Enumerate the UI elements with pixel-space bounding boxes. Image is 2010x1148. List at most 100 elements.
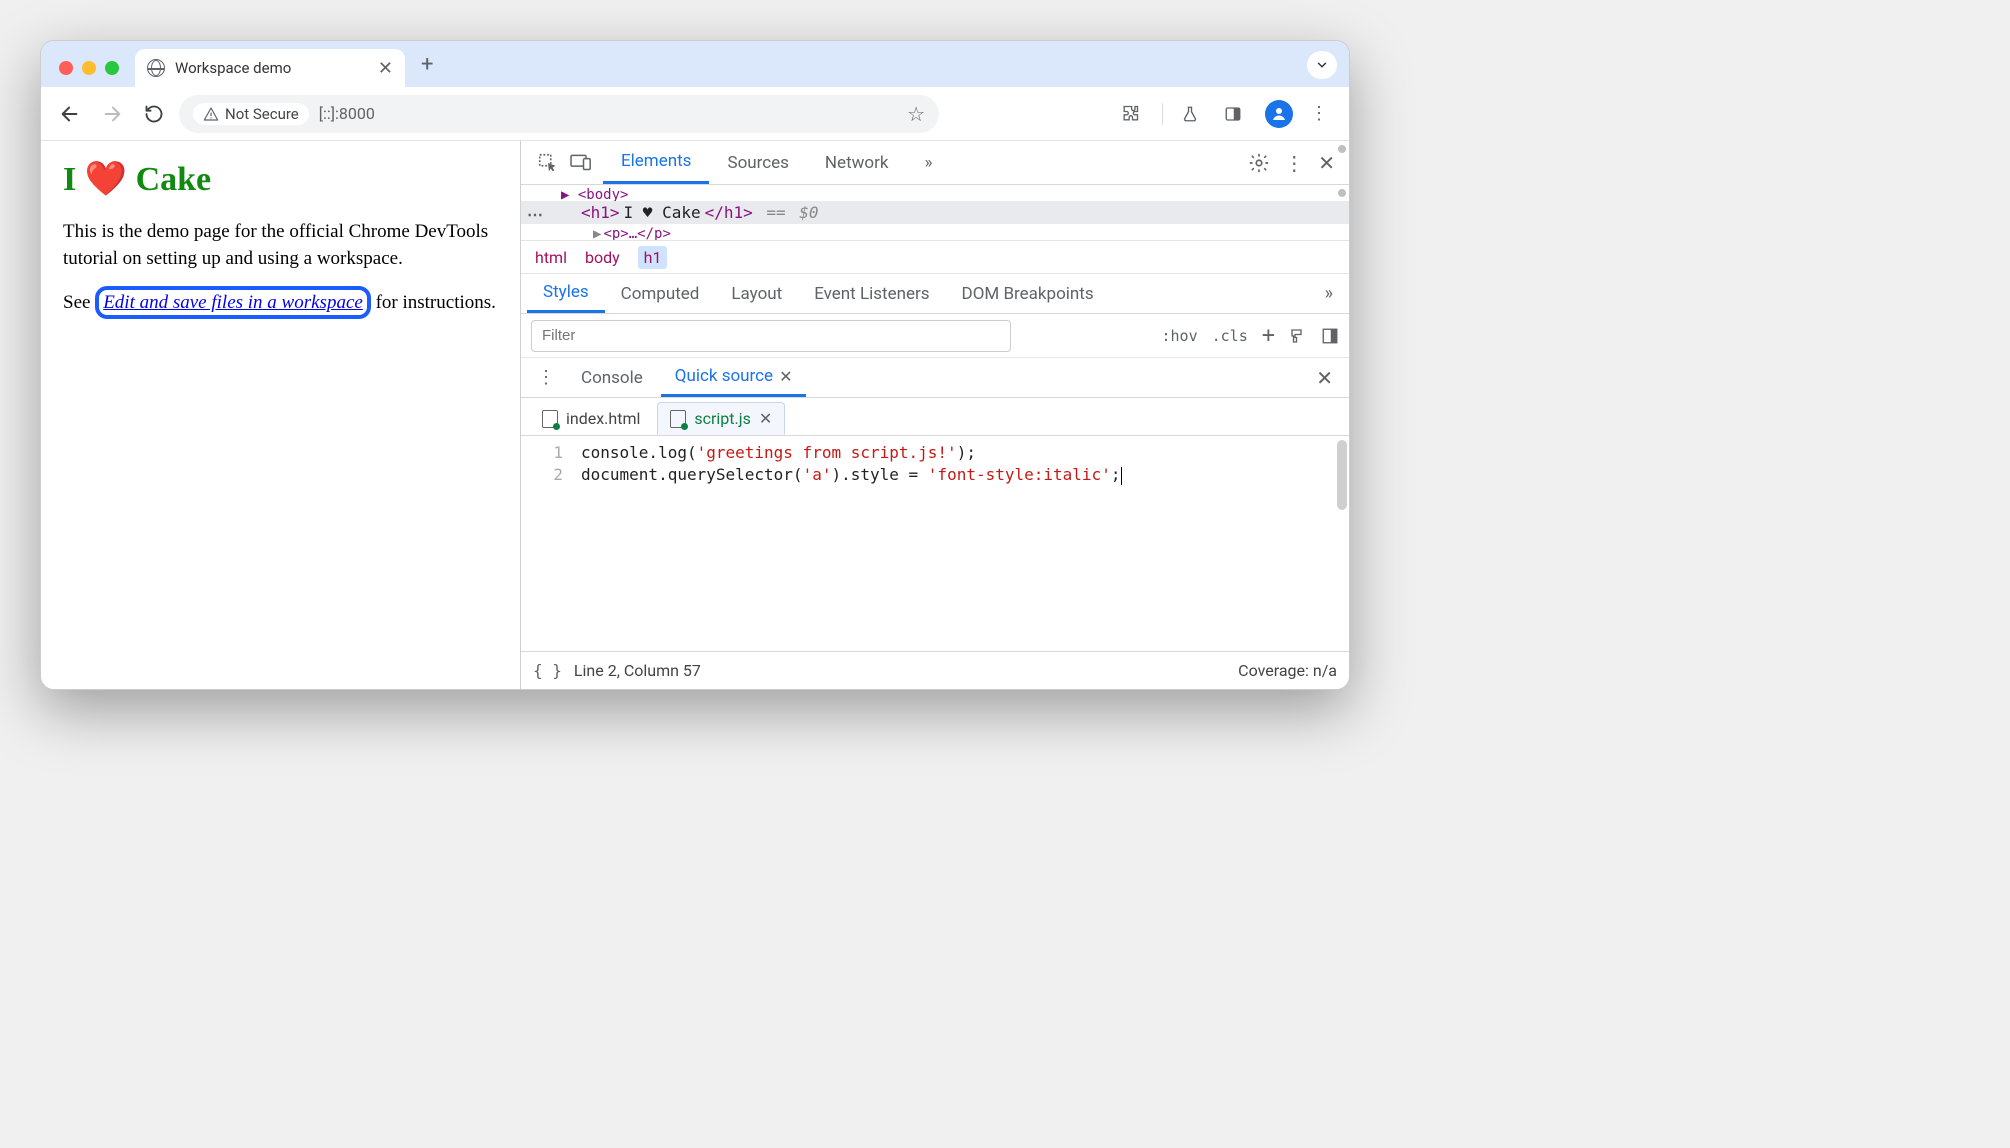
code-content[interactable]: console.log('greetings from script.js!')… xyxy=(573,436,1122,651)
subtab-computed[interactable]: Computed xyxy=(605,274,716,313)
globe-icon xyxy=(147,59,165,77)
styles-filter-input[interactable] xyxy=(531,320,1011,352)
devtools-settings-button[interactable] xyxy=(1248,152,1270,174)
inspect-element-button[interactable] xyxy=(537,152,559,174)
forward-button[interactable] xyxy=(95,97,129,131)
chrome-menu-button[interactable]: ⋮ xyxy=(1307,103,1331,124)
coverage-status: Coverage: n/a xyxy=(1238,661,1337,680)
subtab-dom-breakpoints[interactable]: DOM Breakpoints xyxy=(946,274,1110,313)
window-close-button[interactable] xyxy=(59,61,73,75)
dom-p-row[interactable]: ▶<p>…</p> xyxy=(521,224,1349,240)
scroll-indicator xyxy=(1338,189,1346,197)
back-button[interactable] xyxy=(53,97,87,131)
side-panel-button[interactable] xyxy=(1223,105,1247,123)
chevron-down-icon xyxy=(1315,58,1329,72)
url-text: [::]:8000 xyxy=(319,104,375,123)
dom-eq: == xyxy=(757,203,796,222)
breadcrumb-html[interactable]: html xyxy=(535,248,567,267)
file-name: script.js xyxy=(694,409,750,428)
devtools-menu-button[interactable]: ⋮ xyxy=(1284,151,1304,175)
subtab-event-listeners[interactable]: Event Listeners xyxy=(798,274,945,313)
address-bar[interactable]: Not Secure [::]:8000 ☆ xyxy=(179,95,939,133)
paint-icon[interactable] xyxy=(1289,327,1307,345)
panel-icon xyxy=(1223,105,1243,123)
workspace-link[interactable]: Edit and save files in a workspace xyxy=(103,292,363,313)
toolbar: Not Secure [::]:8000 ☆ ⋮ xyxy=(41,87,1349,141)
devices-icon xyxy=(569,152,593,172)
window-maximize-button[interactable] xyxy=(105,61,119,75)
tab-elements[interactable]: Elements xyxy=(603,141,709,184)
traffic-lights xyxy=(51,61,129,87)
tab-close-button[interactable]: ✕ xyxy=(378,58,393,79)
tabs-dropdown-button[interactable] xyxy=(1307,51,1337,79)
arrow-right-icon xyxy=(101,103,123,125)
dom-breadcrumbs: html body h1 xyxy=(521,240,1349,274)
dom-selected-row[interactable]: <h1>I ♥ Cake</h1> == $0 xyxy=(521,201,1349,224)
profile-button[interactable] xyxy=(1265,100,1289,128)
toolbar-right: ⋮ xyxy=(1120,100,1337,128)
computed-toggle-button[interactable] xyxy=(1321,327,1339,345)
window-minimize-button[interactable] xyxy=(82,61,96,75)
page-paragraph: This is the demo page for the official C… xyxy=(63,219,498,272)
tab-network[interactable]: Network xyxy=(807,141,907,184)
content-split: I ❤️ Cake This is the demo page for the … xyxy=(41,141,1349,689)
browser-tab[interactable]: Workspace demo ✕ xyxy=(135,49,405,87)
page-link-paragraph: See Edit and save files in a workspace f… xyxy=(63,290,498,317)
drawer-tab-label: Quick source xyxy=(675,366,773,386)
dom-overflow-icon[interactable]: ⋯ xyxy=(527,205,544,224)
file-tab-close[interactable]: ✕ xyxy=(759,409,772,428)
tab-more[interactable]: » xyxy=(906,141,950,184)
file-name: index.html xyxy=(566,409,640,428)
filter-cls[interactable]: .cls xyxy=(1212,327,1248,345)
line-number: 1 xyxy=(521,442,563,464)
file-tab-script[interactable]: script.js ✕ xyxy=(657,402,785,435)
labs-button[interactable] xyxy=(1181,104,1205,124)
dom-body-row[interactable]: ▶ <body> xyxy=(521,185,1349,201)
file-tab-index[interactable]: index.html xyxy=(529,402,653,435)
drawer-tab-console[interactable]: Console xyxy=(567,358,657,397)
filter-hov[interactable]: :hov xyxy=(1162,327,1198,345)
file-icon xyxy=(670,410,686,428)
security-chip[interactable]: Not Secure xyxy=(193,103,309,125)
subtab-more[interactable]: » xyxy=(1315,283,1343,304)
code-line: console.log('greetings from script.js!')… xyxy=(581,442,1122,464)
pretty-print-button[interactable]: { } xyxy=(533,661,562,680)
drawer-menu-button[interactable]: ⋮ xyxy=(529,367,563,388)
devtools-close-button[interactable]: ✕ xyxy=(1318,151,1335,175)
device-toolbar-button[interactable] xyxy=(569,152,593,174)
new-tab-button[interactable]: + xyxy=(411,52,443,87)
tab-sources[interactable]: Sources xyxy=(709,141,806,184)
editor-status-bar: { } Line 2, Column 57 Coverage: n/a xyxy=(521,651,1349,689)
link-highlight: Edit and save files in a workspace xyxy=(95,286,371,319)
tab-strip: Workspace demo ✕ + xyxy=(41,41,1349,87)
dom-h1-text: I ♥ Cake xyxy=(624,203,701,222)
warning-icon xyxy=(203,106,219,122)
browser-window: Workspace demo ✕ + Not Secure [::]:8000 … xyxy=(40,40,1350,690)
subtab-layout[interactable]: Layout xyxy=(715,274,798,313)
code-editor[interactable]: 1 2 console.log('greetings from script.j… xyxy=(521,436,1349,651)
avatar-icon xyxy=(1265,100,1293,128)
arrow-left-icon xyxy=(59,103,81,125)
breadcrumb-h1[interactable]: h1 xyxy=(638,246,668,269)
reload-icon xyxy=(144,104,164,124)
subtab-styles[interactable]: Styles xyxy=(527,274,605,313)
editor-scrollbar[interactable] xyxy=(1337,440,1347,510)
styles-subtabs: Styles Computed Layout Event Listeners D… xyxy=(521,274,1349,314)
dom-h1-open: <h1> xyxy=(581,203,620,222)
gear-icon xyxy=(1248,152,1270,174)
bookmark-button[interactable]: ☆ xyxy=(907,102,925,126)
line-number: 2 xyxy=(521,464,563,486)
rendered-page: I ❤️ Cake This is the demo page for the … xyxy=(41,141,520,689)
code-line: document.querySelector('a').style = 'fon… xyxy=(581,464,1122,486)
breadcrumb-body[interactable]: body xyxy=(585,248,620,267)
devtools-main-tabs: Elements Sources Network » ⋮ ✕ xyxy=(521,141,1349,185)
drawer-close-button[interactable]: ✕ xyxy=(1316,366,1341,390)
drawer-tab-close[interactable]: ✕ xyxy=(779,367,792,386)
divider xyxy=(1162,103,1163,125)
dom-tree[interactable]: ⋯ ▶ <body> <h1>I ♥ Cake</h1> == $0 ▶<p>…… xyxy=(521,185,1349,240)
security-label: Not Secure xyxy=(225,105,299,123)
new-style-rule-button[interactable]: + xyxy=(1262,323,1275,348)
drawer-tab-quick-source[interactable]: Quick source ✕ xyxy=(661,358,807,397)
extensions-button[interactable] xyxy=(1120,104,1144,124)
reload-button[interactable] xyxy=(137,97,171,131)
